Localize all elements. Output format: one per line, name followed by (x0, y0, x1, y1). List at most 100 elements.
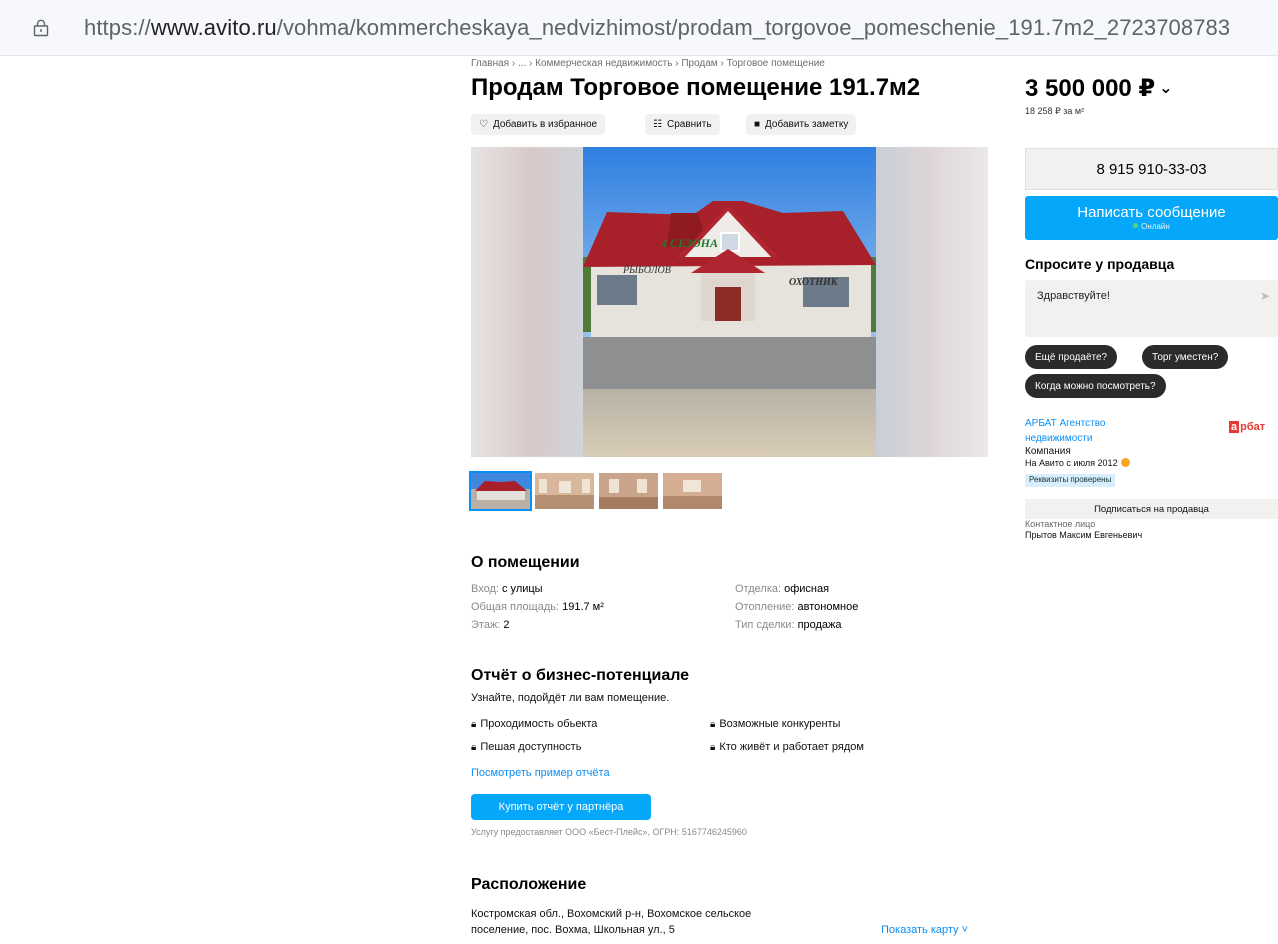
sign-text-left: РЫБОЛОВ (622, 265, 671, 276)
building-photo: 4 СЕЗОНА РЫБОЛОВ ОХОТНИК (583, 147, 876, 457)
note-label: Добавить заметку (765, 119, 849, 130)
param-area: Общая площадь: 191.7 м² (471, 601, 604, 613)
report-feature-label: Возможные конкуренты (719, 718, 841, 730)
quick-question-viewing[interactable]: Когда можно посмотреть? (1025, 374, 1166, 398)
report-feature: 🔒︎ Возможные конкуренты (710, 718, 840, 730)
price[interactable]: 3 500 000 ₽ ⌄ (1025, 74, 1173, 103)
browser-address-bar[interactable]: https://www.avito.ru/vohma/kommercheskay… (0, 0, 1278, 56)
seller-type: Компания (1025, 446, 1071, 457)
subscribe-button[interactable]: Подписаться на продавца (1025, 499, 1278, 519)
param-heating: Отопление: автономное (735, 601, 858, 613)
param-entrance: Вход: с улицы (471, 583, 543, 595)
thumbnail-1[interactable] (469, 471, 532, 511)
thumbnail-4[interactable] (663, 473, 722, 509)
param-value: 2 (503, 619, 510, 631)
buy-report-button[interactable]: Купить отчёт у партнёра (471, 794, 651, 820)
online-dot-icon (1133, 223, 1139, 228)
param-finish: Отделка: офисная (735, 583, 829, 595)
param-key: Общая площадь: (471, 601, 563, 613)
lock-icon (33, 19, 49, 37)
param-value: продажа (797, 619, 842, 631)
param-deal-type: Тип сделки: продажа (735, 619, 842, 631)
verified-badge: Реквизиты проверены (1025, 474, 1116, 487)
chevron-down-icon[interactable]: ⌄ (1159, 80, 1172, 97)
favorite-label: Добавить в избранное (492, 119, 598, 130)
report-feature-label: Проходимость обьекта (480, 718, 598, 730)
location-heading: Расположение (471, 876, 587, 893)
agency-name-link[interactable]: АРБАТ Агентство недвижимости (1025, 416, 1155, 446)
param-value: офисная (784, 583, 830, 595)
thumbnail-3[interactable] (599, 473, 658, 509)
report-feature-label: Кто живёт и работает рядом (719, 741, 864, 753)
param-key: Отделка: (735, 583, 785, 595)
report-provider: Услугу предоставляет ООО «Бест-Плейс», О… (471, 827, 747, 837)
url-text[interactable]: https://www.avito.ru/vohma/kommercheskay… (84, 15, 1230, 41)
send-arrow-icon[interactable]: ➤ (1260, 289, 1270, 303)
contact-label: Контактное лицо (1025, 519, 1096, 529)
quick-question-bargain[interactable]: Торг уместен? (1142, 345, 1229, 369)
sample-report-link[interactable]: Посмотреть пример отчёта (471, 767, 610, 779)
online-status-text: Онлайн (1141, 222, 1170, 231)
address-line: поселение, пос. Вохма, Школьная ул., 5 (471, 924, 675, 936)
sign-text: 4 СЕЗОНА (660, 236, 718, 250)
ask-seller-input[interactable]: Здравствуйте! ➤ (1025, 280, 1278, 337)
gallery-blur-left (471, 147, 583, 457)
write-message-button[interactable]: Написать сообщение Онлайн (1025, 196, 1278, 240)
param-floor: Этаж: 2 (471, 619, 510, 631)
heart-icon: ♡ (479, 119, 488, 130)
lock-icon: 🔒︎ (471, 719, 477, 730)
param-value: с улицы (502, 583, 543, 595)
agency-name-line2: недвижимости (1025, 433, 1093, 444)
write-message-label: Написать сообщение (1077, 204, 1226, 221)
report-feature: 🔒︎ Пешая доступность (471, 741, 581, 753)
main-photo[interactable]: 4 СЕЗОНА РЫБОЛОВ ОХОТНИК (583, 147, 876, 457)
breadcrumb[interactable]: Главная › ... › Коммерческая недвижимост… (471, 58, 825, 69)
url-path: /vohma/kommercheskaya_nedvizhimost/proda… (276, 15, 1231, 40)
quick-question-still-selling[interactable]: Ещё продаёте? (1025, 345, 1118, 369)
add-to-favorites-button[interactable]: ♡ Добавить в избранное (471, 114, 606, 135)
param-key: Тип сделки: (735, 619, 798, 631)
agency-logo-text: рбат (1240, 421, 1266, 433)
add-note-button[interactable]: ■ Добавить заметку (746, 114, 857, 135)
thumbnail-2[interactable] (535, 473, 594, 509)
agency-logo[interactable]: а рбат (1229, 421, 1265, 433)
lock-icon: 🔒︎ (710, 719, 716, 730)
report-subtitle: Узнайте, подойдёт ли вам помещение. (471, 692, 670, 704)
url-domain: www.avito.ru (150, 15, 277, 40)
thumbnail-strip (469, 471, 722, 511)
note-icon: ■ (754, 119, 761, 130)
agency-name-line1: АРБАТ Агентство (1025, 418, 1106, 429)
param-value: автономное (797, 601, 859, 613)
price-value: 3 500 000 ₽ (1025, 75, 1156, 102)
contact-name: Прытов Максим Евгеньевич (1025, 530, 1143, 540)
compare-label: Сравнить (666, 119, 712, 130)
on-avito-since: На Авито с июля 2012 (1025, 458, 1130, 468)
report-feature: 🔒︎ Кто живёт и работает рядом (710, 741, 864, 753)
report-feature: 🔒︎ Проходимость обьекта (471, 718, 597, 730)
address-line: Костромская обл., Вохомский р-н, Вохомск… (471, 908, 752, 920)
param-key: Отопление: (735, 601, 798, 613)
photo-gallery[interactable]: 4 СЕЗОНА РЫБОЛОВ ОХОТНИК (471, 147, 988, 457)
lock-icon: 🔒︎ (471, 742, 477, 753)
report-heading: Отчёт о бизнес-потенциале (471, 667, 690, 684)
show-phone-button[interactable]: 8 915 910-33-03 (1025, 148, 1278, 190)
online-status: Онлайн (1025, 222, 1278, 231)
param-key: Вход: (471, 583, 502, 595)
lock-icon: 🔒︎ (710, 742, 716, 753)
medal-icon (1120, 458, 1130, 467)
on-avito-since-text: На Авито с июля 2012 (1025, 458, 1118, 468)
ask-seller-heading: Спросите у продавца (1025, 256, 1175, 272)
show-map-link[interactable]: Показать карту ˅ (881, 924, 968, 936)
report-feature-label: Пешая доступность (480, 741, 582, 753)
ask-seller-text: Здравствуйте! (1037, 290, 1110, 302)
compare-icon: ☷ (653, 119, 662, 130)
address: Костромская обл., Вохомский р-н, Вохомск… (471, 906, 851, 938)
param-value: 191.7 м² (562, 601, 604, 613)
page-title: Продам Торговое помещение 191.7м2 (471, 74, 921, 101)
url-prefix: https:// (84, 15, 151, 40)
about-heading: О помещении (471, 554, 580, 571)
compare-button[interactable]: ☷ Сравнить (645, 114, 720, 135)
agency-logo-mark: а (1229, 421, 1240, 433)
price-per-sqm: 18 258 ₽ за м² (1025, 106, 1085, 116)
sign-text-right: ОХОТНИК (789, 277, 839, 288)
